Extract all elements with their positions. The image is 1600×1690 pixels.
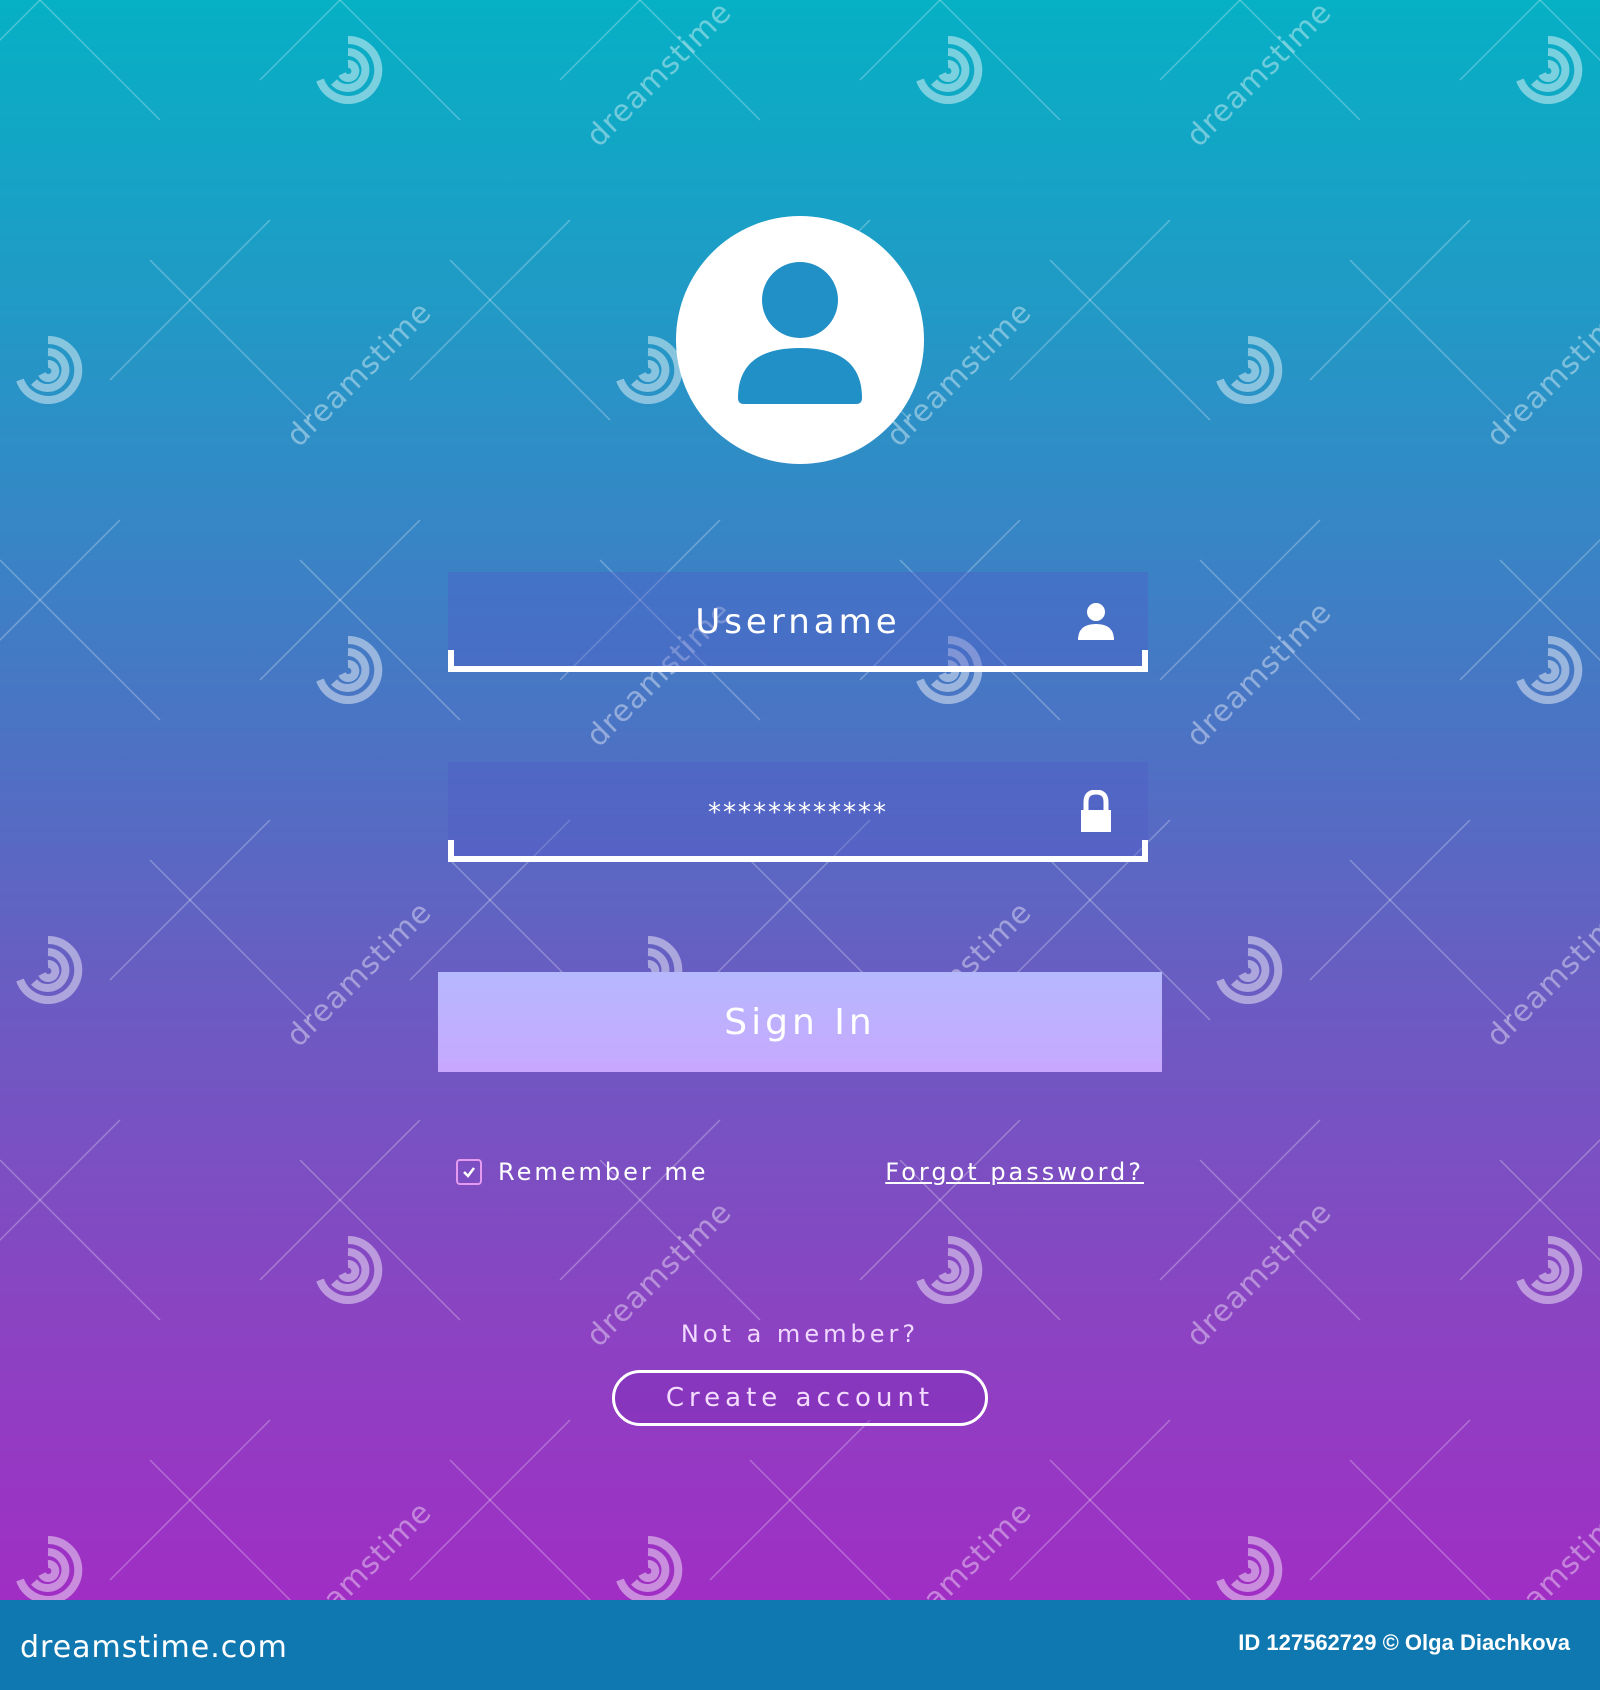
remember-me-checkbox[interactable]	[456, 1159, 482, 1185]
background-line	[38, 0, 161, 121]
footer-credit: ID 127562729 © Olga Diachkova	[1238, 1630, 1570, 1655]
background-line	[449, 259, 611, 421]
background-line	[1049, 259, 1211, 421]
watermark-spiral-icon	[312, 634, 384, 706]
watermark-spiral-icon	[1212, 334, 1284, 406]
signup-prompt: Not a member?	[680, 1320, 920, 1348]
user-icon	[1078, 603, 1114, 640]
footer-logo: dreamstime.com	[20, 1630, 288, 1665]
watermark-spiral-icon	[1512, 1234, 1584, 1306]
watermark-spiral-icon	[1212, 934, 1284, 1006]
background-line	[1349, 1459, 1492, 1600]
watermark-spiral-icon	[912, 1234, 984, 1306]
watermark-spiral-icon	[312, 34, 384, 106]
watermark-spiral-icon	[312, 1234, 384, 1306]
username-underline	[448, 650, 1148, 672]
watermark-spiral-icon	[1512, 34, 1584, 106]
background-line	[0, 1159, 161, 1321]
background-line	[1349, 259, 1511, 421]
background-line	[0, 559, 161, 721]
watermark-spiral-icon	[12, 334, 84, 406]
background-line	[1349, 859, 1511, 1021]
background-line	[0, 1119, 121, 1242]
username-placeholder: Username	[695, 602, 901, 642]
remember-me-label: Remember me	[498, 1158, 709, 1186]
check-icon	[463, 1167, 475, 1178]
forgot-password-link[interactable]: Forgot password?	[885, 1158, 1144, 1186]
background-line	[149, 859, 311, 1021]
watermark-spiral-icon	[1512, 634, 1584, 706]
footer-bar: dreamstime.com ID 127562729 © Olga Diach…	[0, 1600, 1600, 1690]
watermark-spiral-icon	[12, 934, 84, 1006]
watermark-spiral-icon	[1212, 1534, 1284, 1600]
remember-me[interactable]: Remember me	[456, 1158, 709, 1186]
user-icon	[738, 262, 862, 404]
background-line	[749, 1459, 892, 1600]
background-line	[149, 1459, 292, 1600]
background-line	[449, 1459, 592, 1600]
watermark-spiral-icon	[912, 34, 984, 106]
lock-icon	[1081, 790, 1111, 832]
password-value: ************	[708, 798, 888, 828]
background-line	[0, 519, 121, 642]
background-line	[0, 0, 42, 42]
password-underline	[448, 840, 1148, 862]
username-field[interactable]: Username	[448, 572, 1148, 672]
watermark-spiral-icon	[612, 334, 684, 406]
watermark-spiral-icon	[612, 1534, 684, 1600]
background-line	[1049, 1459, 1192, 1600]
password-field[interactable]: ************	[448, 762, 1148, 862]
watermark-spiral-icon	[12, 1534, 84, 1600]
avatar	[676, 216, 924, 464]
background-line	[149, 259, 311, 421]
sign-in-button[interactable]: Sign In	[438, 972, 1162, 1072]
create-account-button[interactable]: Create account	[612, 1370, 988, 1426]
